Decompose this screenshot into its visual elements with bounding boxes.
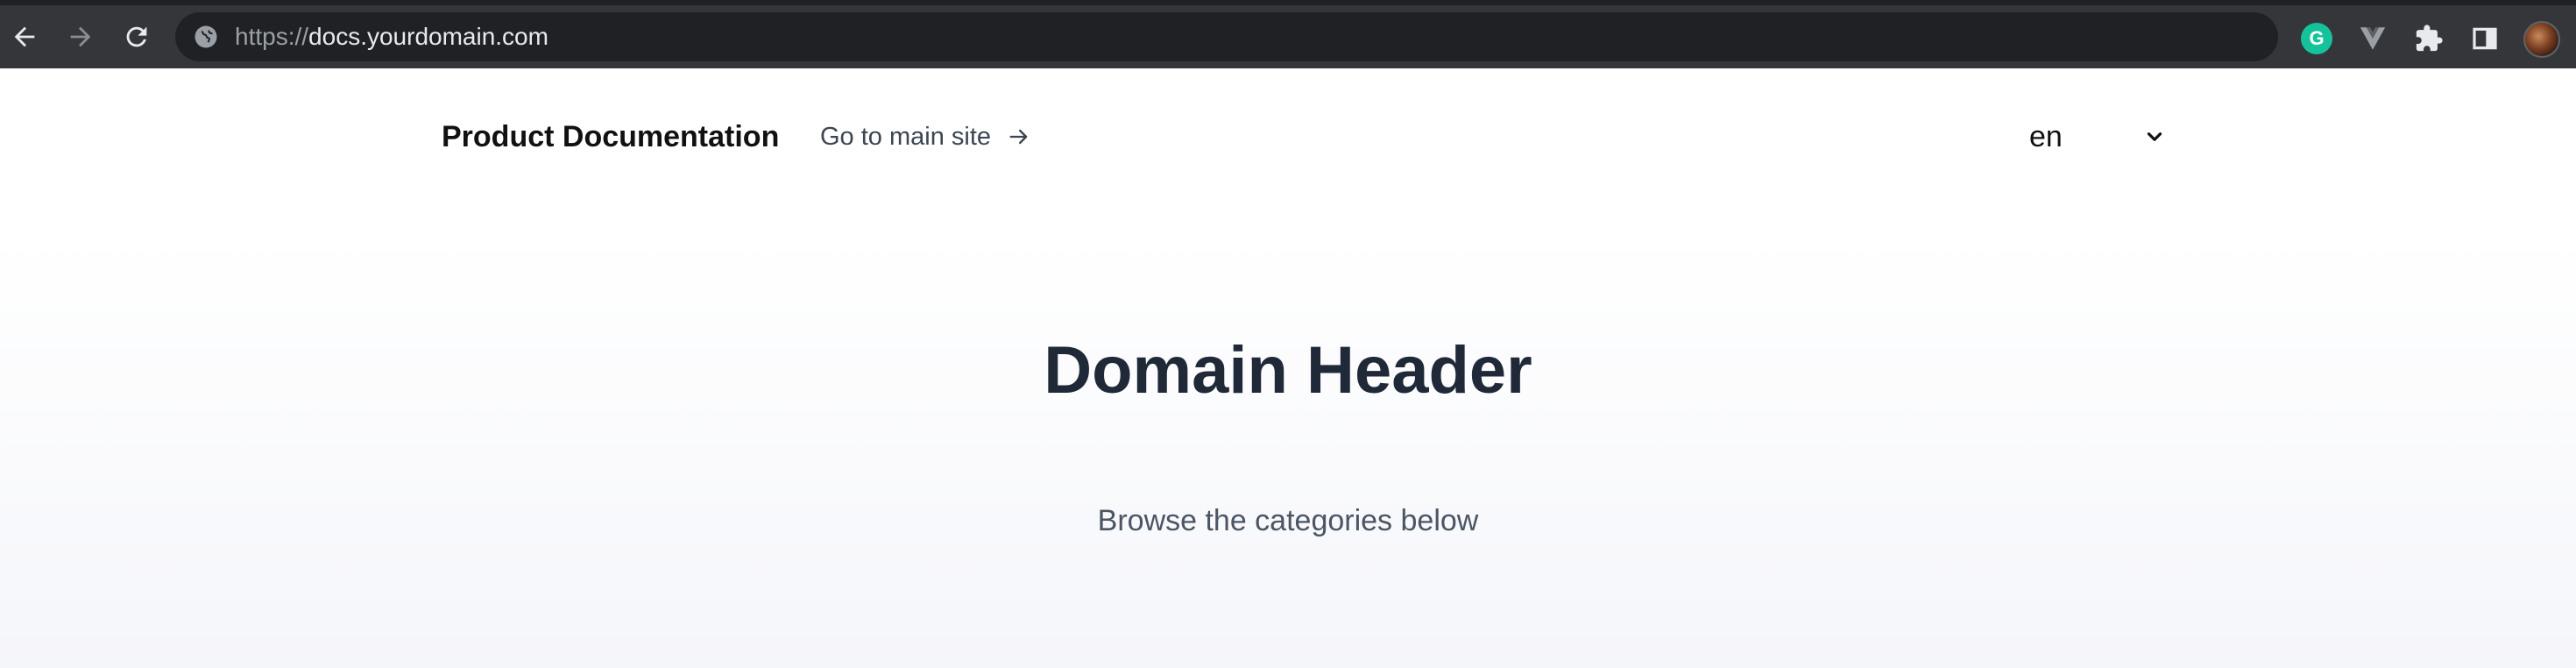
docs-page: Product Documentation Go to main site en… [0,68,2576,668]
vue-devtools-icon[interactable] [2357,23,2388,54]
language-selected-value: en [2029,119,2063,153]
reload-icon [126,26,147,47]
hero-subtitle: Browse the categories below [1097,504,1479,537]
arrow-right-icon [1009,129,1028,145]
back-arrow-icon [14,26,35,47]
back-button[interactable] [5,18,44,56]
url-host: docs.yourdomain.com [308,23,548,50]
chevron-down-icon [2147,132,2162,141]
grammarly-letter: G [2309,27,2325,49]
browser-toolbar: https://docs.yourdomain.com G [0,0,2576,68]
side-panel-icon[interactable] [2469,23,2501,54]
forward-arrow-icon [70,26,91,47]
vue-devtools-glyph [2360,27,2386,50]
site-title[interactable]: Product Documentation [442,119,779,154]
url-scheme: https:// [235,23,309,50]
puzzle-glyph [2416,25,2443,52]
forward-button[interactable] [61,18,100,56]
side-panel-glyph [2473,27,2497,50]
extensions-puzzle-icon[interactable] [2413,23,2445,54]
reload-button[interactable] [117,18,156,56]
hero-title: Domain Header [1044,333,1532,408]
main-site-link-label: Go to main site [820,123,992,151]
profile-avatar[interactable] [2523,21,2560,58]
url-text: https://docs.yourdomain.com [235,24,548,50]
language-select[interactable]: en [2029,116,2166,158]
site-info-icon[interactable] [193,24,219,50]
address-bar[interactable]: https://docs.yourdomain.com [175,12,2278,61]
grammarly-icon[interactable]: G [2301,23,2332,54]
go-to-main-site-link[interactable]: Go to main site [820,121,1031,153]
